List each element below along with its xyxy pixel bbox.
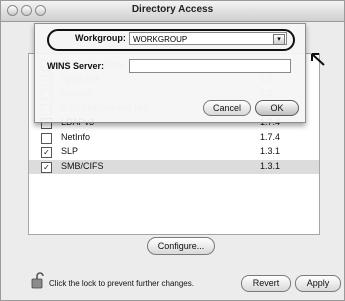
configure-button[interactable]: Configure... <box>147 237 215 255</box>
workgroup-combobox[interactable]: WORKGROUP ▾ <box>129 32 287 45</box>
dropdown-arrow-icon[interactable]: ▾ <box>273 34 285 45</box>
service-name: SLP <box>61 146 79 156</box>
workgroup-label: Workgroup: <box>75 33 126 43</box>
ok-button[interactable]: OK <box>255 100 299 116</box>
service-row[interactable]: ✓ SMB/CIFS 1.3.1 <box>29 159 319 174</box>
wins-server-input[interactable] <box>129 59 291 73</box>
wins-server-label: WINS Server: <box>47 61 105 71</box>
service-enable-checkbox[interactable] <box>41 132 52 144</box>
service-version: 1.7.4 <box>260 131 281 142</box>
cancel-button[interactable]: Cancel <box>203 100 251 116</box>
lock-icon[interactable] <box>31 271 47 289</box>
service-name: NetInfo <box>61 131 91 142</box>
pointer-arrow-icon <box>311 53 325 66</box>
service-enable-checkbox[interactable]: ✓ <box>41 147 52 158</box>
lock-status-text: Click the lock to prevent further change… <box>49 279 194 288</box>
service-enable-checkbox[interactable]: ✓ <box>41 161 52 173</box>
directory-access-window: Directory Access Active Directory1.5.3✓A… <box>0 0 345 301</box>
workgroup-value: WORKGROUP <box>133 35 188 44</box>
service-row[interactable]: ✓ SLP 1.3.1 <box>29 145 319 159</box>
apply-button[interactable]: Apply <box>295 275 341 292</box>
service-version: 1.3.1 <box>260 146 281 156</box>
service-row[interactable]: NetInfo 1.7.4 <box>29 131 319 145</box>
service-name: SMB/CIFS <box>61 160 104 171</box>
window-title: Directory Access <box>131 4 214 15</box>
service-version: 1.3.1 <box>260 160 281 171</box>
smb-config-sheet: Workgroup: WORKGROUP ▾ WINS Server: Canc… <box>34 23 306 123</box>
revert-button[interactable]: Revert <box>241 275 291 292</box>
title-bar: Directory Access <box>1 1 344 22</box>
